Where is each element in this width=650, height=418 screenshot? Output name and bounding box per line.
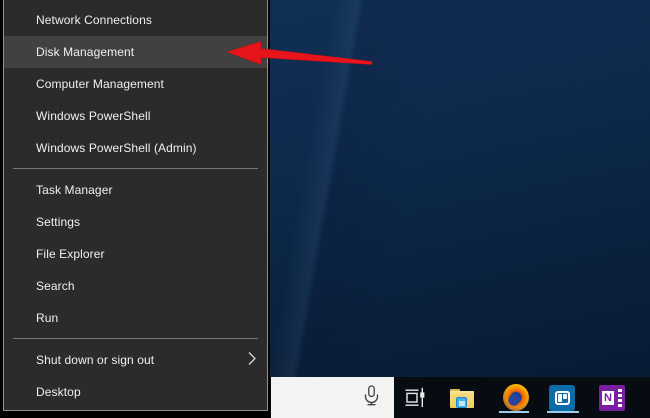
- menu-item-label: File Explorer: [36, 247, 105, 261]
- task-view-icon: [405, 387, 425, 407]
- winx-menu: Network Connections Disk Management Comp…: [3, 0, 268, 411]
- menu-item-desktop[interactable]: Desktop: [4, 376, 267, 408]
- menu-item-settings[interactable]: Settings: [4, 206, 267, 238]
- screenshot-root: N Network Connections Disk Management Co…: [0, 0, 650, 418]
- running-indicator-trello: [547, 411, 579, 413]
- microphone-icon[interactable]: [362, 384, 381, 411]
- search-box[interactable]: [271, 377, 394, 418]
- firefox-button[interactable]: [503, 383, 529, 411]
- menu-item-label: Task Manager: [36, 183, 113, 197]
- firefox-icon: [503, 383, 529, 411]
- running-indicator-firefox: [499, 411, 529, 413]
- chevron-right-icon: [248, 352, 256, 369]
- menu-item-label: Settings: [36, 215, 81, 229]
- menu-item-label: Shut down or sign out: [36, 353, 155, 367]
- onenote-icon: N: [599, 385, 625, 411]
- trello-icon: [549, 385, 575, 411]
- menu-item-windows-powershell-admin[interactable]: Windows PowerShell (Admin): [4, 132, 267, 164]
- menu-item-disk-management[interactable]: Disk Management: [4, 36, 267, 68]
- trello-button[interactable]: [549, 385, 575, 411]
- menu-item-windows-powershell[interactable]: Windows PowerShell: [4, 100, 267, 132]
- menu-item-label: Run: [36, 311, 59, 325]
- menu-item-label: Search: [36, 279, 75, 293]
- menu-item-search[interactable]: Search: [4, 270, 267, 302]
- menu-item-label: Windows PowerShell (Admin): [36, 141, 197, 155]
- file-explorer-icon: [450, 388, 474, 409]
- menu-item-file-explorer[interactable]: File Explorer: [4, 238, 267, 270]
- task-view-button[interactable]: [403, 384, 429, 410]
- menu-divider: [13, 168, 258, 169]
- menu-item-computer-management[interactable]: Computer Management: [4, 68, 267, 100]
- menu-item-label: Desktop: [36, 385, 81, 399]
- menu-item-label: Computer Management: [36, 77, 164, 91]
- menu-item-shut-down-or-sign-out[interactable]: Shut down or sign out: [4, 344, 267, 376]
- menu-item-network-connections[interactable]: Network Connections: [4, 4, 267, 36]
- menu-divider: [13, 338, 258, 339]
- menu-item-task-manager[interactable]: Task Manager: [4, 174, 267, 206]
- menu-item-label: Disk Management: [36, 45, 135, 59]
- file-explorer-button[interactable]: [449, 384, 475, 410]
- onenote-button[interactable]: N: [599, 385, 625, 411]
- menu-item-label: Windows PowerShell: [36, 109, 151, 123]
- menu-item-label: Network Connections: [36, 13, 152, 27]
- menu-item-run[interactable]: Run: [4, 302, 267, 334]
- winx-menu-container: Network Connections Disk Management Comp…: [0, 0, 270, 418]
